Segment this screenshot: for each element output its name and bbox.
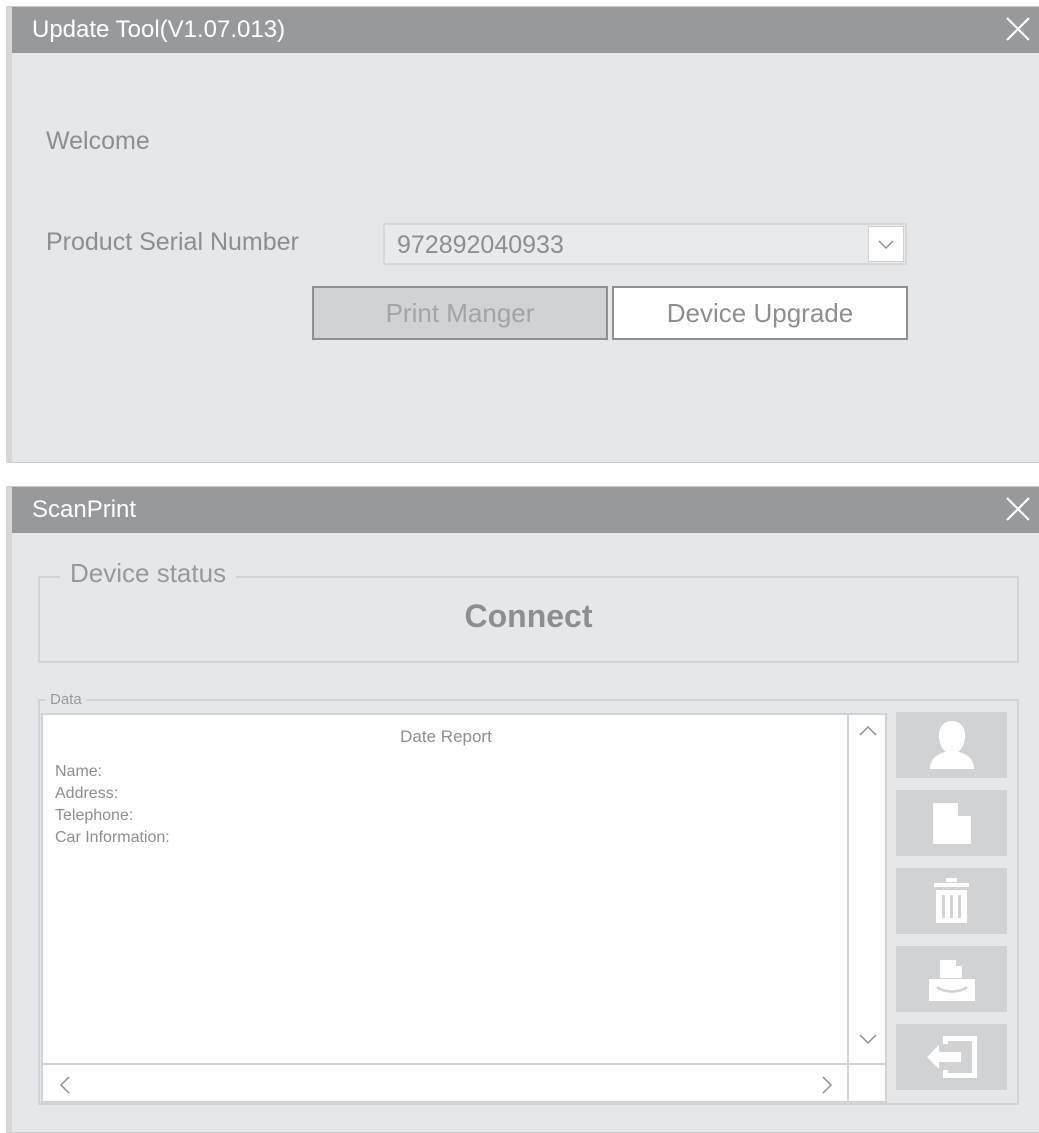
- chevron-left-icon[interactable]: [57, 1075, 73, 1100]
- data-group: Data Date Report Name: Address: Telephon…: [38, 691, 1019, 1105]
- delete-button[interactable]: [896, 868, 1007, 934]
- welcome-text: Welcome: [46, 127, 150, 155]
- report-line-address: Address:: [55, 785, 119, 802]
- user-button[interactable]: [896, 712, 1007, 778]
- new-document-button[interactable]: [896, 790, 1007, 856]
- scanprint-titlebar[interactable]: ScanPrint: [12, 487, 1039, 533]
- window-title: Update Tool(V1.07.013): [32, 16, 286, 43]
- serial-number-value: 972892040933: [397, 231, 564, 259]
- scanprint-window: ScanPrint Device status Connect Data Dat…: [6, 486, 1039, 1133]
- scrollbar-corner: [847, 1063, 887, 1103]
- horizontal-scrollbar[interactable]: [41, 1063, 849, 1103]
- report-text-area[interactable]: Date Report Name: Address: Telephone: Ca…: [41, 713, 849, 1065]
- window-title: ScanPrint: [32, 496, 137, 523]
- report-line-car-information: Car Information:: [55, 829, 170, 846]
- device-upgrade-button[interactable]: Device Upgrade: [612, 286, 908, 340]
- vertical-scrollbar[interactable]: [847, 713, 887, 1065]
- chevron-down-icon[interactable]: [857, 1031, 879, 1052]
- data-legend: Data: [46, 691, 86, 708]
- report-line-name: Name:: [55, 763, 103, 780]
- close-icon[interactable]: [1005, 496, 1031, 522]
- update-tool-titlebar[interactable]: Update Tool(V1.07.013): [12, 7, 1039, 53]
- device-status-legend: Device status: [60, 558, 237, 589]
- serial-number-label: Product Serial Number: [46, 228, 299, 256]
- report-lines: Name: Address: Telephone: Car Informatio…: [55, 761, 170, 849]
- exit-button[interactable]: [896, 1024, 1007, 1090]
- user-icon: [930, 721, 974, 769]
- chevron-right-icon[interactable]: [819, 1075, 835, 1100]
- serial-number-select[interactable]: 972892040933: [383, 223, 907, 265]
- report-line-telephone: Telephone:: [55, 807, 134, 824]
- print-button[interactable]: [896, 946, 1007, 1012]
- exit-icon: [927, 1036, 977, 1078]
- document-icon: [933, 803, 971, 844]
- close-icon[interactable]: [1005, 16, 1031, 42]
- print-manager-button[interactable]: Print Manger: [312, 286, 608, 340]
- chevron-down-icon[interactable]: [868, 226, 904, 262]
- connection-status: Connect: [464, 598, 593, 634]
- chevron-up-icon[interactable]: [857, 723, 879, 744]
- report-title: Date Report: [400, 727, 492, 746]
- print-icon: [929, 960, 975, 1001]
- device-status-group: Device status Connect: [38, 558, 1019, 663]
- update-tool-window: Update Tool(V1.07.013) Welcome Product S…: [6, 6, 1039, 463]
- trash-icon: [934, 878, 969, 923]
